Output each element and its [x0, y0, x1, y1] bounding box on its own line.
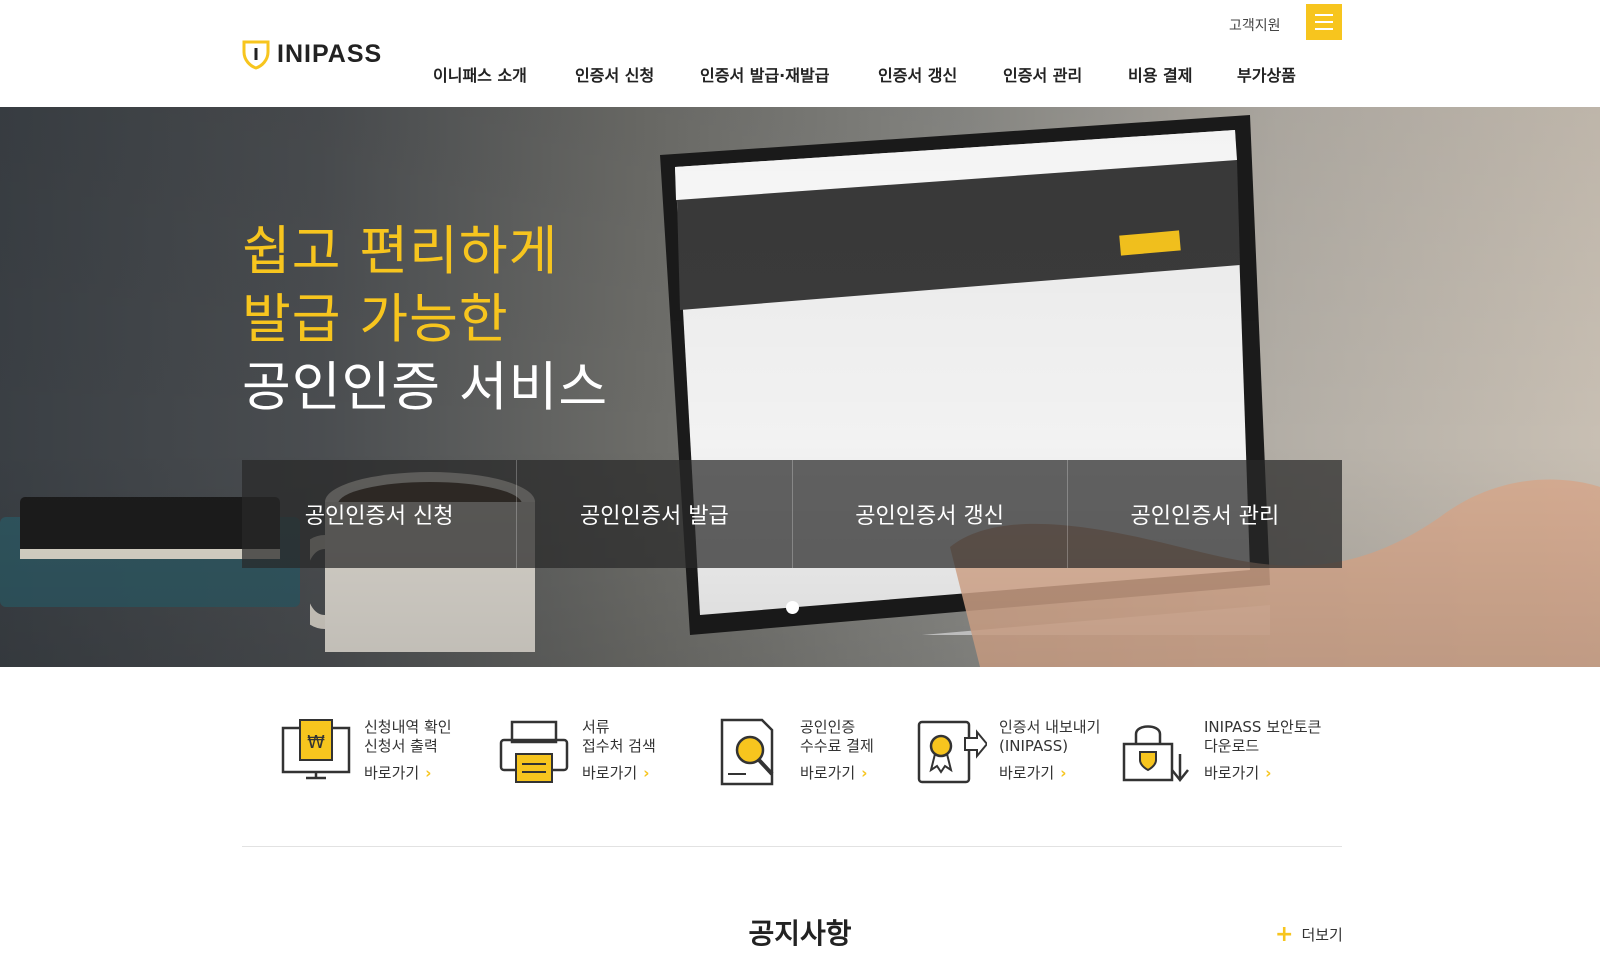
site-header: INIPASS 고객지원 이니패스 소개 인증서 신청 인증서 발급·재발급 인…	[0, 0, 1600, 107]
go-link[interactable]: 바로가기 ›	[999, 764, 1100, 783]
hamburger-icon	[1315, 14, 1333, 16]
tab-renew[interactable]: 공인인증서 갱신	[793, 460, 1068, 568]
go-link[interactable]: 바로가기 ›	[800, 764, 874, 783]
go-link[interactable]: 바로가기 ›	[582, 764, 656, 783]
hero-quick-tabs: 공인인증서 신청 공인인증서 발급 공인인증서 갱신 공인인증서 관리	[242, 460, 1342, 568]
lock-download-icon	[1122, 725, 1189, 783]
notice-section-title: 공지사항	[748, 917, 852, 950]
shortcut-label-line1: 신청내역 확인	[364, 718, 452, 736]
tab-manage[interactable]: 공인인증서 관리	[1068, 460, 1342, 568]
main-nav: 이니패스 소개 인증서 신청 인증서 발급·재발급 인증서 갱신 인증서 관리 …	[433, 62, 1327, 86]
chevron-right-icon: ›	[1060, 764, 1067, 782]
shortcut-label-line2: 신청서 출력	[364, 737, 438, 755]
customer-support-link[interactable]: 고객지원	[1229, 15, 1281, 35]
certificate-export-icon	[917, 720, 987, 784]
shortcut-security-token-download[interactable]: INIPASS 보안토큰 다운로드 바로가기 ›	[1120, 718, 1321, 786]
shortcut-list: ₩ 신청내역 확인 신청서 출력 바로가기› 서류 접수처 검색 바로가기›	[242, 700, 1342, 810]
shortcut-label-line2: 다운로드	[1204, 737, 1260, 755]
chevron-right-icon: ›	[1265, 764, 1272, 782]
shortcut-label-line2: 수수료 결제	[800, 737, 874, 755]
go-link[interactable]: 바로가기 ›	[364, 764, 452, 783]
headline-line-3: 공인인증 서비스	[242, 357, 609, 418]
shortcut-label-line1: 인증서 내보내기	[999, 718, 1101, 736]
nav-item-payment[interactable]: 비용 결제	[1128, 62, 1237, 86]
shortcut-label-line2: (INIPASS)	[999, 737, 1069, 755]
chevron-right-icon: ›	[861, 764, 868, 782]
shortcut-application-status[interactable]: ₩ 신청내역 확인 신청서 출력 바로가기 ›	[280, 718, 452, 786]
more-label: 더보기	[1301, 926, 1343, 944]
hero-headline: 쉽고 편리하게 발급 가능한 공인인증 서비스	[242, 218, 608, 422]
headline-line-1: 쉽고 편리하게	[242, 221, 559, 282]
chevron-right-icon: ›	[425, 764, 432, 782]
shortcut-fee-payment[interactable]: 공인인증 수수료 결제 바로가기 ›	[716, 718, 874, 786]
nav-item-renew[interactable]: 인증서 갱신	[878, 62, 1003, 86]
monitor-won-icon: ₩	[281, 719, 351, 780]
nav-item-apply[interactable]: 인증서 신청	[575, 62, 700, 86]
chevron-right-icon: ›	[643, 764, 650, 782]
tab-apply[interactable]: 공인인증서 신청	[242, 460, 518, 568]
section-divider	[242, 846, 1342, 847]
menu-button[interactable]	[1306, 4, 1342, 40]
logo-text: INIPASS	[277, 39, 383, 68]
nav-item-issue[interactable]: 인증서 발급·재발급	[700, 62, 878, 86]
slider-dot[interactable]	[786, 601, 799, 614]
nav-item-addons[interactable]: 부가상품	[1237, 62, 1327, 86]
plus-icon: +	[1275, 921, 1294, 947]
go-link[interactable]: 바로가기 ›	[1204, 764, 1321, 783]
shortcut-certificate-export[interactable]: 인증서 내보내기 (INIPASS) 바로가기 ›	[915, 718, 1100, 786]
inipass-logo[interactable]: INIPASS	[241, 38, 382, 70]
shield-logo-icon	[242, 40, 270, 70]
hero-banner: 쉽고 편리하게 발급 가능한 공인인증 서비스 공인인증서 신청 공인인증서 발…	[0, 107, 1600, 667]
shortcut-label-line1: 공인인증	[800, 718, 856, 736]
document-search-icon	[720, 718, 774, 786]
printer-icon	[499, 720, 569, 783]
shortcut-label-line1: INIPASS 보안토큰	[1204, 718, 1322, 736]
headline-line-2: 발급 가능한	[242, 289, 509, 350]
nav-item-intro[interactable]: 이니패스 소개	[433, 62, 575, 86]
shortcut-label-line2: 접수처 검색	[582, 737, 656, 755]
nav-item-manage[interactable]: 인증서 관리	[1003, 62, 1128, 86]
shortcut-document-office[interactable]: 서류 접수처 검색 바로가기 ›	[498, 718, 656, 786]
more-link[interactable]: + 더보기	[1275, 921, 1343, 947]
svg-text:₩: ₩	[307, 732, 325, 753]
tab-issue[interactable]: 공인인증서 발급	[517, 460, 793, 568]
shortcut-label-line1: 서류	[582, 718, 610, 736]
